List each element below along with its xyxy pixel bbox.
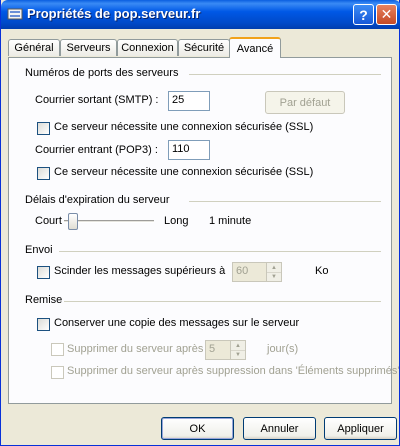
smtp-ssl-label: Ce serveur nécessite une connexion sécur… — [54, 121, 314, 133]
apply-button[interactable]: Appliquer — [324, 417, 397, 440]
pop3-ssl-label: Ce serveur nécessite une connexion sécur… — [54, 166, 314, 178]
split-messages-checkbox[interactable] — [37, 266, 50, 279]
smtp-port-label: Courrier sortant (SMTP) : — [35, 94, 159, 106]
cancel-button[interactable]: Annuler — [243, 417, 316, 440]
help-button[interactable]: ? — [353, 4, 374, 25]
remove-after-label: Supprimer du serveur après — [67, 343, 204, 355]
split-unit-label: Ko — [315, 265, 329, 277]
delivery-separator — [64, 301, 381, 302]
timeout-short-label: Court — [35, 215, 62, 227]
spin-down-icon[interactable]: ▼ — [231, 350, 245, 359]
smtp-port-input[interactable]: 25 — [168, 91, 210, 111]
remove-after-spinner[interactable]: ▲ ▼ — [230, 340, 246, 360]
remove-deleted-checkbox[interactable] — [51, 366, 64, 379]
remove-after-days-input[interactable]: 5 — [205, 340, 231, 360]
keep-copy-label: Conserver une copie des messages sur le … — [54, 317, 300, 329]
timeout-separator — [189, 201, 381, 202]
days-label: jour(s) — [267, 343, 299, 355]
keep-copy-checkbox[interactable] — [37, 318, 50, 331]
send-separator — [59, 251, 381, 252]
spin-down-icon[interactable]: ▼ — [267, 272, 281, 281]
remove-deleted-label: Supprimer du serveur après suppression d… — [67, 365, 400, 377]
advanced-panel: Numéros de ports des serveurs Courrier s… — [8, 57, 400, 404]
ports-separator — [189, 74, 381, 75]
pop3-port-label: Courrier entrant (POP3) : — [35, 144, 158, 156]
close-button[interactable]: ✕ — [376, 4, 397, 25]
tab-advanced[interactable]: Avancé — [229, 37, 281, 58]
timeout-slider-thumb[interactable] — [68, 213, 78, 230]
split-size-spinner[interactable]: ▲ ▼ — [266, 262, 282, 282]
default-button[interactable]: Par défaut — [265, 91, 345, 114]
pop3-ssl-checkbox[interactable] — [37, 167, 50, 180]
title-bar[interactable]: Propriétés de pop.serveur.fr ? ✕ — [1, 0, 400, 29]
tab-connection[interactable]: Connexion — [117, 39, 178, 56]
ok-button[interactable]: OK — [161, 417, 234, 440]
properties-dialog: Propriétés de pop.serveur.fr ? ✕ Général… — [0, 0, 400, 446]
send-group-title: Envoi — [25, 244, 53, 256]
remove-after-checkbox[interactable] — [51, 343, 64, 356]
tab-security[interactable]: Sécurité — [178, 39, 230, 56]
split-messages-label: Scinder les messages supérieurs à — [54, 265, 226, 277]
pop3-port-input[interactable]: 110 — [168, 140, 210, 160]
tab-servers[interactable]: Serveurs — [60, 39, 117, 56]
timeout-long-label: Long — [164, 215, 189, 227]
window-title: Propriétés de pop.serveur.fr — [27, 6, 201, 21]
timeout-value-label: 1 minute — [209, 215, 252, 227]
timeout-group-title: Délais d'expiration du serveur — [25, 194, 170, 206]
tab-general[interactable]: Général — [8, 39, 60, 56]
split-size-input[interactable]: 60 — [232, 262, 267, 282]
server-icon — [7, 8, 23, 20]
delivery-group-title: Remise — [25, 294, 63, 306]
ports-group-title: Numéros de ports des serveurs — [25, 67, 179, 79]
smtp-ssl-checkbox[interactable] — [37, 122, 50, 135]
